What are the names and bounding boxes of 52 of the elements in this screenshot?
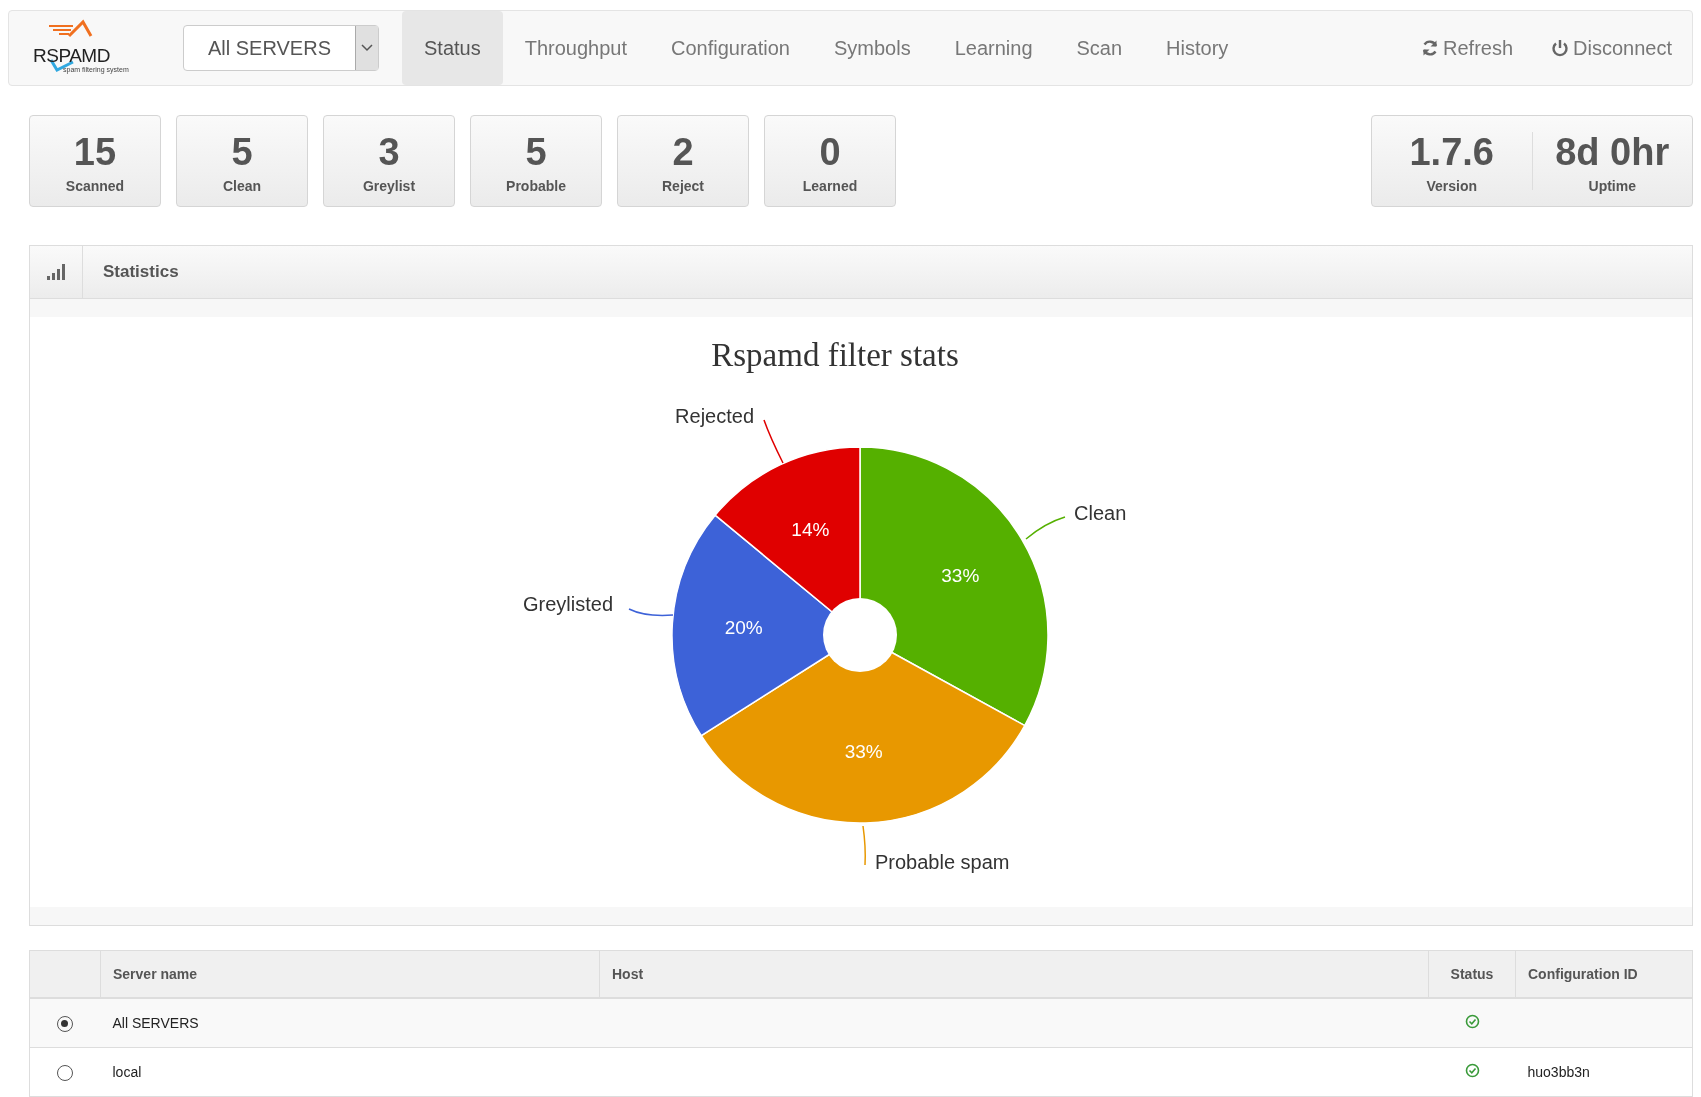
value-label: 14% [791, 518, 830, 540]
table-cell: local [112, 1064, 142, 1080]
stat-label: Reject [662, 178, 704, 194]
column-header: Configuration ID [1515, 950, 1693, 998]
column-header: Host [599, 950, 1429, 998]
chart-title: Rspamd filter stats [711, 337, 959, 373]
stat-label: Greylist [362, 178, 416, 194]
power-icon [1551, 39, 1570, 57]
value-label: 20% [724, 616, 763, 638]
category-label: Rejected [675, 405, 754, 427]
category-label: Greylisted [522, 593, 613, 615]
table-cell: All SERVERS [112, 1015, 199, 1031]
leader-line [862, 825, 866, 866]
table-cell: huo3bb3n [1527, 1064, 1590, 1080]
logo-text: RSPAMD [33, 45, 110, 67]
nav-tab[interactable]: Scan [1054, 11, 1145, 85]
stat-label: Clean [222, 178, 262, 194]
nav-tab[interactable]: History [1144, 11, 1251, 85]
stat-label: Scanned [65, 178, 125, 194]
system-label: Uptime [1588, 178, 1636, 194]
leader-line [628, 608, 674, 617]
stat-value: 2 [672, 132, 694, 172]
column-header: Server name [100, 950, 600, 998]
stat-value: 3 [378, 132, 400, 172]
refresh-icon [1421, 39, 1440, 57]
category-label: Probable spam [875, 851, 1010, 873]
nav-tab[interactable]: Symbols [811, 11, 933, 85]
chevron-down-icon [361, 44, 373, 52]
nav-tab[interactable]: Learning [932, 11, 1055, 85]
system-value: 8d 0hr [1555, 132, 1670, 172]
system-value: 1.7.6 [1409, 132, 1494, 172]
stat-value: 5 [231, 132, 253, 172]
nav-tab[interactable]: Throughput [502, 11, 649, 85]
leader-line [1025, 516, 1066, 540]
stat-value: 15 [73, 132, 117, 172]
nav-tab[interactable]: Configuration [649, 11, 812, 85]
system-label: Version [1426, 178, 1478, 194]
value-label: 33% [941, 564, 980, 586]
column-header: Status [1428, 950, 1516, 998]
panel-title: Statistics [103, 262, 179, 282]
nav-tab[interactable]: Status [402, 11, 503, 85]
stat-label: Learned [802, 178, 858, 194]
leader-line [763, 419, 784, 464]
stat-value: 5 [525, 132, 547, 172]
bar-chart-icon [47, 264, 65, 280]
server-select[interactable]: All SERVERS [183, 25, 379, 71]
category-label: Clean [1074, 502, 1127, 524]
stat-label: Probable [506, 178, 566, 194]
disconnect-button[interactable]: Disconnect [1541, 36, 1682, 60]
refresh-button[interactable]: Refresh [1411, 36, 1524, 60]
stat-value: 0 [819, 132, 841, 172]
value-label: 33% [844, 740, 883, 762]
